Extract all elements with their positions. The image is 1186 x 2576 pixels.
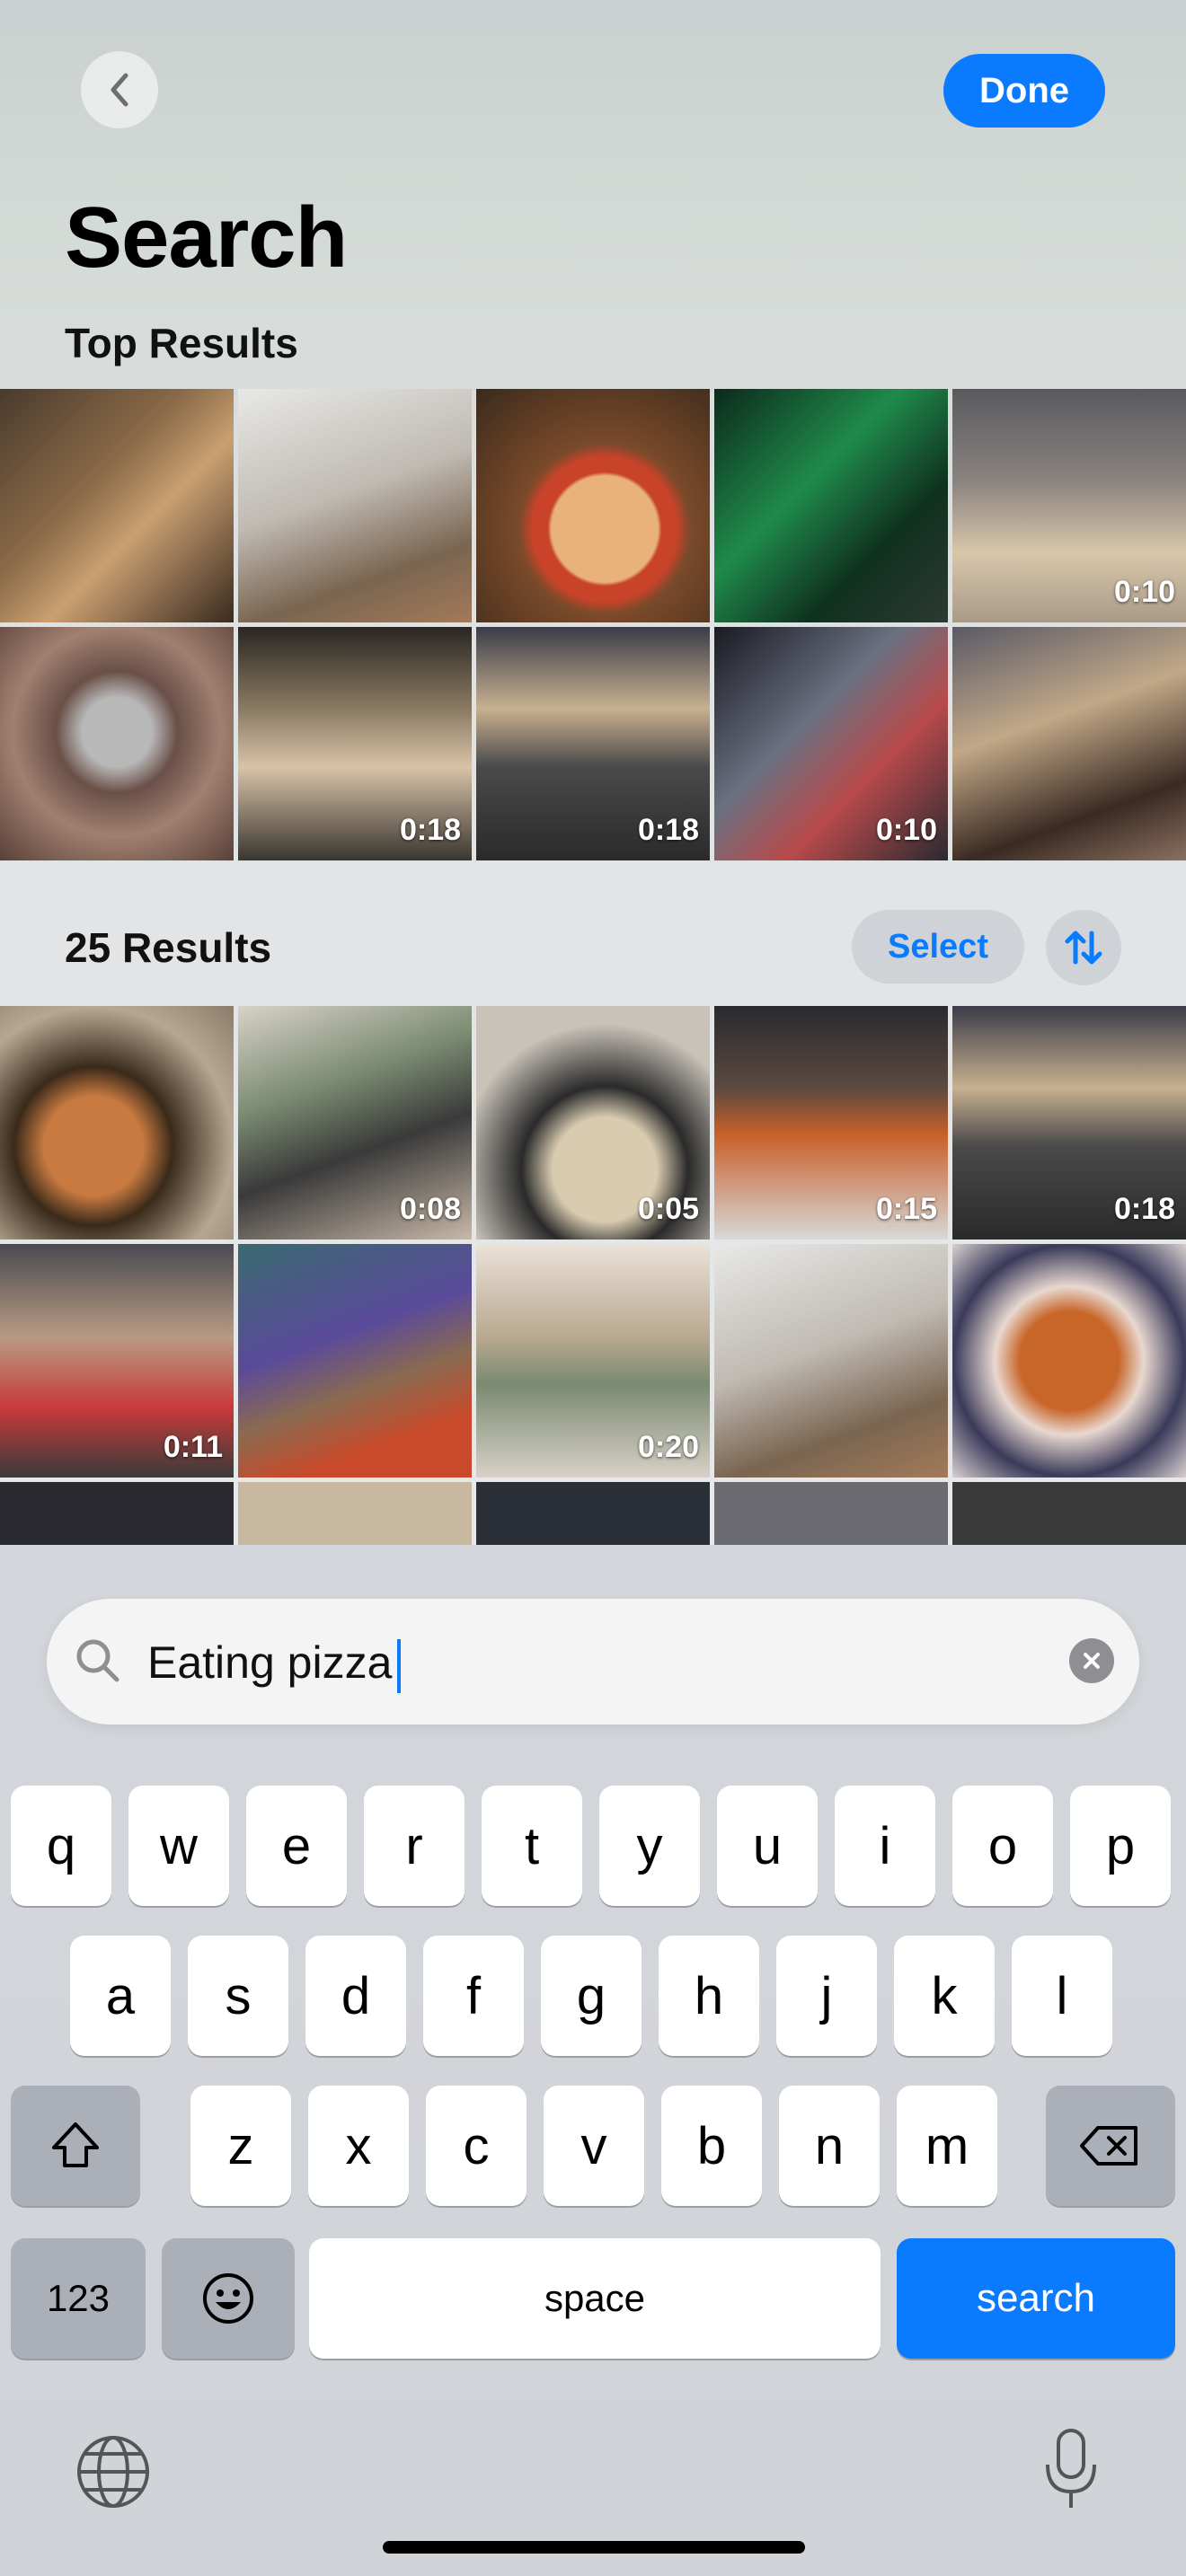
sort-arrows-icon [1065, 931, 1102, 965]
key-d[interactable]: d [305, 1936, 406, 2056]
video-duration: 0:08 [399, 1192, 461, 1226]
top-results-heading: Top Results [65, 320, 298, 366]
globe-icon[interactable] [75, 2434, 151, 2510]
key-l[interactable]: l [1012, 1936, 1112, 2056]
search-icon [76, 1639, 119, 1682]
results-count: 25 Results [65, 924, 272, 971]
key-v[interactable]: v [544, 2086, 644, 2206]
video-duration: 0:18 [637, 813, 699, 847]
key-y[interactable]: y [599, 1786, 700, 1906]
key-g[interactable]: g [541, 1936, 642, 2056]
key-o[interactable]: o [952, 1786, 1053, 1906]
photo-thumbnail[interactable] [238, 1244, 472, 1478]
photo-thumbnail[interactable] [476, 389, 710, 622]
key-k[interactable]: k [894, 1936, 995, 2056]
key-f[interactable]: f [423, 1936, 524, 2056]
video-duration: 0:10 [875, 813, 937, 847]
video-duration: 0:10 [1113, 575, 1175, 609]
photo-thumbnail[interactable] [714, 1244, 948, 1478]
top-results-grid: 0:10 0:18 0:18 0:10 [0, 389, 1186, 860]
key-p[interactable]: p [1070, 1786, 1171, 1906]
photo-thumbnail[interactable] [0, 1006, 234, 1239]
delete-key[interactable] [1046, 2086, 1175, 2206]
search-query: Eating pizza [147, 1637, 393, 1688]
backspace-icon [1080, 2126, 1137, 2166]
photo-thumbnail[interactable] [0, 389, 234, 622]
results-grid-partial-row [0, 1482, 1186, 1545]
close-icon [1084, 1653, 1100, 1669]
video-thumbnail[interactable]: 0:18 [476, 627, 710, 860]
shift-icon [52, 2122, 99, 2167]
home-indicator [383, 2541, 805, 2554]
chevron-left-icon [111, 73, 128, 107]
key-n[interactable]: n [779, 2086, 880, 2206]
search-key[interactable]: search [897, 2238, 1175, 2359]
results-grid: 0:08 0:05 0:15 0:18 0:11 0:20 [0, 1006, 1186, 1478]
key-i[interactable]: i [835, 1786, 935, 1906]
key-w[interactable]: w [128, 1786, 229, 1906]
key-u[interactable]: u [717, 1786, 818, 1906]
shift-key[interactable] [11, 2086, 140, 2206]
numbers-key[interactable]: 123 [11, 2238, 146, 2359]
photo-thumbnail[interactable] [0, 627, 234, 860]
sort-button[interactable] [1046, 910, 1121, 985]
done-button[interactable]: Done [943, 54, 1105, 128]
key-m[interactable]: m [897, 2086, 997, 2206]
key-b[interactable]: b [661, 2086, 762, 2206]
photo-thumbnail[interactable] [952, 627, 1186, 860]
key-s[interactable]: s [188, 1936, 288, 2056]
video-thumbnail[interactable]: 0:05 [476, 1006, 710, 1239]
video-thumbnail[interactable]: 0:11 [0, 1244, 234, 1478]
key-e[interactable]: e [246, 1786, 347, 1906]
photo-thumbnail[interactable] [952, 1482, 1186, 1545]
microphone-icon[interactable] [1039, 2425, 1103, 2515]
photo-thumbnail[interactable] [714, 1482, 948, 1545]
video-duration: 0:11 [163, 1430, 223, 1464]
key-x[interactable]: x [308, 2086, 409, 2206]
video-thumbnail[interactable]: 0:15 [714, 1006, 948, 1239]
key-t[interactable]: t [482, 1786, 582, 1906]
video-thumbnail[interactable]: 0:20 [476, 1244, 710, 1478]
video-thumbnail[interactable]: 0:08 [238, 1006, 472, 1239]
select-button[interactable]: Select [852, 910, 1024, 984]
video-thumbnail[interactable]: 0:10 [714, 627, 948, 860]
key-a[interactable]: a [70, 1936, 171, 2056]
photo-thumbnail[interactable] [0, 1482, 234, 1545]
key-c[interactable]: c [426, 2086, 527, 2206]
clear-search-button[interactable] [1069, 1638, 1114, 1683]
text-cursor [397, 1638, 402, 1693]
video-duration: 0:18 [1113, 1192, 1175, 1226]
search-field[interactable]: Eating pizza [47, 1599, 1139, 1725]
emoji-icon [203, 2273, 253, 2324]
video-duration: 0:18 [399, 813, 461, 847]
key-q[interactable]: q [11, 1786, 111, 1906]
emoji-key[interactable] [162, 2238, 295, 2359]
photo-thumbnail[interactable] [238, 1482, 472, 1545]
page-title: Search [65, 190, 348, 286]
back-button[interactable] [81, 51, 158, 128]
key-j[interactable]: j [776, 1936, 877, 2056]
video-thumbnail[interactable]: 0:18 [952, 1006, 1186, 1239]
photo-thumbnail[interactable] [714, 389, 948, 622]
key-z[interactable]: z [190, 2086, 291, 2206]
video-thumbnail[interactable]: 0:18 [238, 627, 472, 860]
space-key[interactable]: space [309, 2238, 881, 2359]
key-h[interactable]: h [659, 1936, 759, 2056]
video-thumbnail[interactable]: 0:10 [952, 389, 1186, 622]
photo-thumbnail[interactable] [952, 1244, 1186, 1478]
photo-thumbnail[interactable] [238, 389, 472, 622]
key-r[interactable]: r [364, 1786, 465, 1906]
photo-thumbnail[interactable] [476, 1482, 710, 1545]
video-duration: 0:20 [637, 1430, 699, 1464]
video-duration: 0:15 [875, 1192, 937, 1226]
video-duration: 0:05 [637, 1192, 699, 1226]
